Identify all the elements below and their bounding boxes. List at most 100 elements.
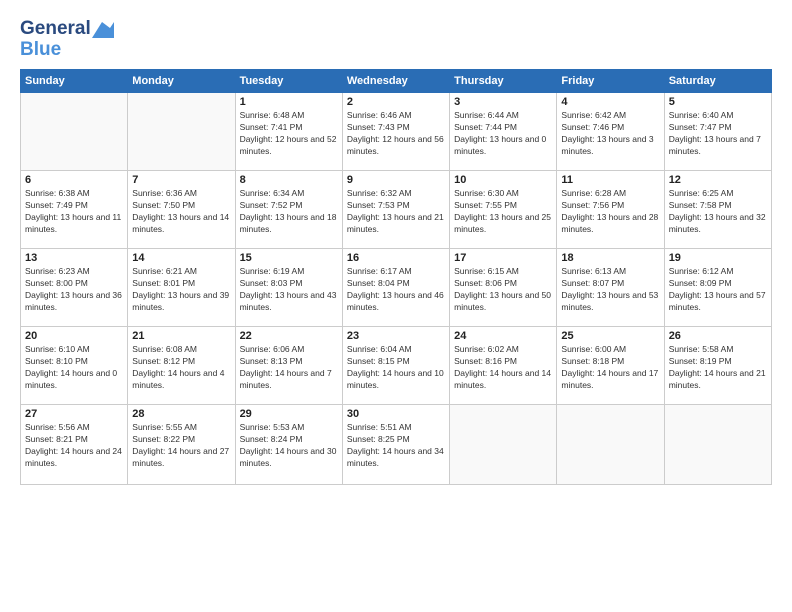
day-number: 24 (454, 330, 552, 342)
calendar-cell (664, 405, 771, 485)
day-number: 18 (561, 252, 659, 264)
calendar-cell: 17 Sunrise: 6:15 AM Sunset: 8:06 PM Dayli… (450, 249, 557, 327)
header-day-saturday: Saturday (664, 70, 771, 93)
calendar-cell: 2Sunrise: 6:46 AM Sunset: 7:43 PM Daylig… (342, 93, 449, 171)
calendar-cell: 20 Sunrise: 6:10 AM Sunset: 8:10 PM Dayli… (21, 327, 128, 405)
calendar-cell: 30Sunrise: 5:51 AM Sunset: 8:25 PM Dayli… (342, 405, 449, 485)
day-info: Sunrise: 6:44 AM Sunset: 7:44 PM Dayligh… (454, 110, 552, 158)
calendar-cell: 4 Sunrise: 6:42 AM Sunset: 7:46 PM Daylig… (557, 93, 664, 171)
day-number: 30 (347, 408, 445, 420)
calendar-cell: 10 Sunrise: 6:30 AM Sunset: 7:55 PM Dayli… (450, 171, 557, 249)
day-number: 3 (454, 96, 552, 108)
day-info: Sunrise: 6:06 AM Sunset: 8:13 PM Dayligh… (240, 344, 338, 392)
day-info: Sunrise: 5:58 AM Sunset: 8:19 PM Dayligh… (669, 344, 767, 392)
calendar-cell: 8 Sunrise: 6:34 AM Sunset: 7:52 PM Daylig… (235, 171, 342, 249)
day-number: 28 (132, 408, 230, 420)
calendar-cell: 26 Sunrise: 5:58 AM Sunset: 8:19 PM Dayli… (664, 327, 771, 405)
day-number: 11 (561, 174, 659, 186)
calendar-cell: 19 Sunrise: 6:12 AM Sunset: 8:09 PM Dayli… (664, 249, 771, 327)
day-info: Sunrise: 6:25 AM Sunset: 7:58 PM Dayligh… (669, 188, 767, 236)
calendar-table: SundayMondayTuesdayWednesdayThursdayFrid… (20, 69, 772, 485)
day-info: Sunrise: 6:38 AM Sunset: 7:49 PM Dayligh… (25, 188, 123, 236)
day-number: 25 (561, 330, 659, 342)
day-number: 20 (25, 330, 123, 342)
logo-general: General (20, 18, 91, 40)
day-number: 6 (25, 174, 123, 186)
calendar-week-2: 6 Sunrise: 6:38 AM Sunset: 7:49 PM Daylig… (21, 171, 772, 249)
day-number: 8 (240, 174, 338, 186)
day-number: 1 (240, 96, 338, 108)
day-info: Sunrise: 6:40 AM Sunset: 7:47 PM Dayligh… (669, 110, 767, 158)
calendar-cell: 22 Sunrise: 6:06 AM Sunset: 8:13 PM Dayli… (235, 327, 342, 405)
day-info: Sunrise: 6:28 AM Sunset: 7:56 PM Dayligh… (561, 188, 659, 236)
calendar-cell: 24Sunrise: 6:02 AM Sunset: 8:16 PM Dayli… (450, 327, 557, 405)
calendar-week-4: 20 Sunrise: 6:10 AM Sunset: 8:10 PM Dayli… (21, 327, 772, 405)
header: General Blue (20, 18, 772, 59)
calendar-cell: 25Sunrise: 6:00 AM Sunset: 8:18 PM Dayli… (557, 327, 664, 405)
calendar-cell: 29 Sunrise: 5:53 AM Sunset: 8:24 PM Dayli… (235, 405, 342, 485)
calendar-cell: 28 Sunrise: 5:55 AM Sunset: 8:22 PM Dayli… (128, 405, 235, 485)
calendar-cell: 13Sunrise: 6:23 AM Sunset: 8:00 PM Dayli… (21, 249, 128, 327)
calendar-cell: 12 Sunrise: 6:25 AM Sunset: 7:58 PM Dayli… (664, 171, 771, 249)
header-day-wednesday: Wednesday (342, 70, 449, 93)
day-number: 5 (669, 96, 767, 108)
day-info: Sunrise: 6:21 AM Sunset: 8:01 PM Dayligh… (132, 266, 230, 314)
calendar-week-5: 27Sunrise: 5:56 AM Sunset: 8:21 PM Dayli… (21, 405, 772, 485)
calendar-cell: 5 Sunrise: 6:40 AM Sunset: 7:47 PM Daylig… (664, 93, 771, 171)
day-number: 19 (669, 252, 767, 264)
day-number: 10 (454, 174, 552, 186)
day-info: Sunrise: 6:42 AM Sunset: 7:46 PM Dayligh… (561, 110, 659, 158)
calendar-cell: 3 Sunrise: 6:44 AM Sunset: 7:44 PM Daylig… (450, 93, 557, 171)
calendar-cell: 21Sunrise: 6:08 AM Sunset: 8:12 PM Dayli… (128, 327, 235, 405)
day-info: Sunrise: 6:15 AM Sunset: 8:06 PM Dayligh… (454, 266, 552, 314)
calendar-cell: 15Sunrise: 6:19 AM Sunset: 8:03 PM Dayli… (235, 249, 342, 327)
day-number: 22 (240, 330, 338, 342)
day-number: 9 (347, 174, 445, 186)
day-info: Sunrise: 5:55 AM Sunset: 8:22 PM Dayligh… (132, 422, 230, 470)
day-info: Sunrise: 5:53 AM Sunset: 8:24 PM Dayligh… (240, 422, 338, 470)
day-info: Sunrise: 6:04 AM Sunset: 8:15 PM Dayligh… (347, 344, 445, 392)
calendar-cell: 23 Sunrise: 6:04 AM Sunset: 8:15 PM Dayli… (342, 327, 449, 405)
day-number: 26 (669, 330, 767, 342)
day-info: Sunrise: 6:36 AM Sunset: 7:50 PM Dayligh… (132, 188, 230, 236)
day-info: Sunrise: 6:10 AM Sunset: 8:10 PM Dayligh… (25, 344, 123, 392)
day-number: 27 (25, 408, 123, 420)
calendar-cell: 14 Sunrise: 6:21 AM Sunset: 8:01 PM Dayli… (128, 249, 235, 327)
day-info: Sunrise: 6:23 AM Sunset: 8:00 PM Dayligh… (25, 266, 123, 314)
day-info: Sunrise: 6:12 AM Sunset: 8:09 PM Dayligh… (669, 266, 767, 314)
day-info: Sunrise: 6:13 AM Sunset: 8:07 PM Dayligh… (561, 266, 659, 314)
calendar-cell: 1 Sunrise: 6:48 AM Sunset: 7:41 PM Daylig… (235, 93, 342, 171)
day-number: 17 (454, 252, 552, 264)
day-number: 14 (132, 252, 230, 264)
calendar-cell: 11 Sunrise: 6:28 AM Sunset: 7:56 PM Dayli… (557, 171, 664, 249)
day-number: 7 (132, 174, 230, 186)
logo-bird-icon (92, 22, 114, 38)
calendar-cell (557, 405, 664, 485)
day-info: Sunrise: 6:19 AM Sunset: 8:03 PM Dayligh… (240, 266, 338, 314)
calendar-cell: 6 Sunrise: 6:38 AM Sunset: 7:49 PM Daylig… (21, 171, 128, 249)
day-info: Sunrise: 6:30 AM Sunset: 7:55 PM Dayligh… (454, 188, 552, 236)
calendar-week-3: 13Sunrise: 6:23 AM Sunset: 8:00 PM Dayli… (21, 249, 772, 327)
calendar-cell: 27Sunrise: 5:56 AM Sunset: 8:21 PM Dayli… (21, 405, 128, 485)
calendar-cell: 7 Sunrise: 6:36 AM Sunset: 7:50 PM Daylig… (128, 171, 235, 249)
calendar-cell: 16 Sunrise: 6:17 AM Sunset: 8:04 PM Dayli… (342, 249, 449, 327)
day-info: Sunrise: 6:17 AM Sunset: 8:04 PM Dayligh… (347, 266, 445, 314)
day-info: Sunrise: 6:32 AM Sunset: 7:53 PM Dayligh… (347, 188, 445, 236)
calendar-header-row: SundayMondayTuesdayWednesdayThursdayFrid… (21, 70, 772, 93)
calendar-cell (128, 93, 235, 171)
day-number: 16 (347, 252, 445, 264)
calendar-week-1: 1 Sunrise: 6:48 AM Sunset: 7:41 PM Daylig… (21, 93, 772, 171)
header-day-monday: Monday (128, 70, 235, 93)
day-number: 4 (561, 96, 659, 108)
logo-blue: Blue (20, 40, 61, 59)
day-info: Sunrise: 6:46 AM Sunset: 7:43 PM Dayligh… (347, 110, 445, 158)
header-day-tuesday: Tuesday (235, 70, 342, 93)
day-number: 12 (669, 174, 767, 186)
day-info: Sunrise: 6:34 AM Sunset: 7:52 PM Dayligh… (240, 188, 338, 236)
day-number: 23 (347, 330, 445, 342)
day-number: 29 (240, 408, 338, 420)
day-info: Sunrise: 6:48 AM Sunset: 7:41 PM Dayligh… (240, 110, 338, 158)
page: General Blue SundayMondayTuesdayWednesda… (0, 0, 792, 612)
calendar-cell (450, 405, 557, 485)
header-day-thursday: Thursday (450, 70, 557, 93)
